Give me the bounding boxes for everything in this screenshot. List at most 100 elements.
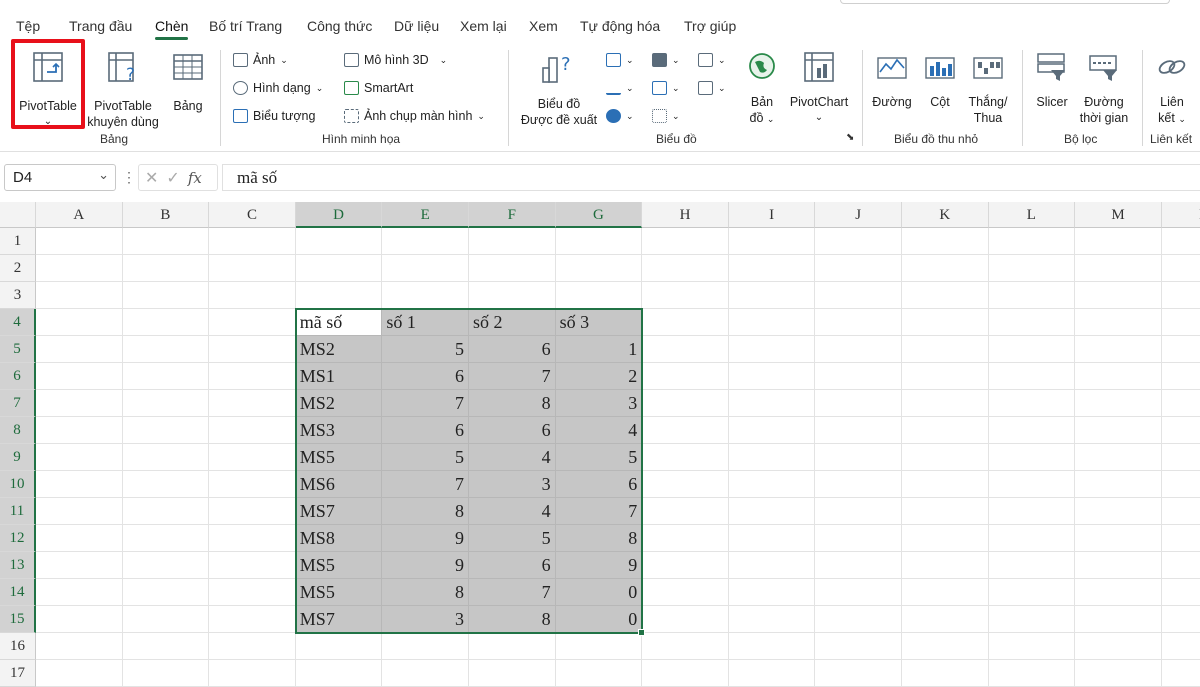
- hierarchy-chart-button[interactable]: ⌄: [652, 53, 680, 67]
- cell-h13[interactable]: [642, 552, 729, 579]
- column-header-j[interactable]: J: [815, 202, 902, 228]
- cell-j9[interactable]: [815, 444, 902, 471]
- cell-m16[interactable]: [1075, 633, 1162, 660]
- cell-h1[interactable]: [642, 228, 729, 255]
- cell-k17[interactable]: [902, 660, 989, 687]
- icons-button[interactable]: Biểu tượng: [233, 109, 315, 123]
- cell-h2[interactable]: [642, 255, 729, 282]
- row-header-1[interactable]: 1: [0, 228, 36, 255]
- cell-m7[interactable]: [1075, 390, 1162, 417]
- cell-d16[interactable]: [295, 633, 383, 660]
- cell-c16[interactable]: [209, 633, 296, 660]
- row-header-6[interactable]: 6: [0, 363, 36, 390]
- cell-a12[interactable]: [36, 525, 123, 552]
- cell-n17[interactable]: [1161, 660, 1200, 687]
- cell-a2[interactable]: [36, 255, 123, 282]
- cell-b9[interactable]: [122, 444, 210, 471]
- row-header-3[interactable]: 3: [0, 282, 36, 309]
- cell-g5[interactable]: 1: [555, 336, 643, 363]
- cell-c10[interactable]: [209, 471, 296, 498]
- sparkline-column-button[interactable]: Cột: [920, 50, 960, 110]
- cell-j4[interactable]: [815, 309, 902, 336]
- cell-m2[interactable]: [1075, 255, 1162, 282]
- cell-i11[interactable]: [728, 498, 816, 525]
- cell-l5[interactable]: [988, 336, 1076, 363]
- cell-m6[interactable]: [1075, 363, 1162, 390]
- cell-n5[interactable]: [1161, 336, 1200, 363]
- cell-g9[interactable]: 5: [555, 444, 643, 471]
- cell-n7[interactable]: [1161, 390, 1200, 417]
- column-header-a[interactable]: A: [36, 202, 123, 228]
- cell-i3[interactable]: [728, 282, 816, 309]
- cell-f17[interactable]: [469, 660, 556, 687]
- tab-home[interactable]: Trang đầu: [69, 18, 132, 34]
- cell-e16[interactable]: [382, 633, 469, 660]
- column-header-k[interactable]: K: [902, 202, 989, 228]
- cell-b10[interactable]: [122, 471, 210, 498]
- cell-j17[interactable]: [815, 660, 902, 687]
- cell-d4[interactable]: mã số: [295, 309, 383, 336]
- cell-n6[interactable]: [1161, 363, 1200, 390]
- cell-c12[interactable]: [209, 525, 296, 552]
- cell-g17[interactable]: [555, 660, 643, 687]
- smartart-button[interactable]: SmartArt: [344, 81, 413, 95]
- cell-d12[interactable]: MS8: [295, 525, 383, 552]
- column-header-b[interactable]: B: [122, 202, 210, 228]
- cell-i17[interactable]: [728, 660, 816, 687]
- cell-i1[interactable]: [728, 228, 816, 255]
- column-header-l[interactable]: L: [988, 202, 1076, 228]
- cell-k12[interactable]: [902, 525, 989, 552]
- slicer-button[interactable]: Slicer: [1030, 50, 1074, 110]
- cell-c8[interactable]: [209, 417, 296, 444]
- cell-h12[interactable]: [642, 525, 729, 552]
- cell-a13[interactable]: [36, 552, 123, 579]
- row-header-12[interactable]: 12: [0, 525, 36, 552]
- cell-j14[interactable]: [815, 579, 902, 606]
- cell-n16[interactable]: [1161, 633, 1200, 660]
- pictures-button[interactable]: Ảnh ⌄: [233, 53, 288, 67]
- row-header-15[interactable]: 15: [0, 606, 36, 633]
- cell-h8[interactable]: [642, 417, 729, 444]
- cell-f16[interactable]: [469, 633, 556, 660]
- cell-a11[interactable]: [36, 498, 123, 525]
- cell-a8[interactable]: [36, 417, 123, 444]
- fill-handle[interactable]: [638, 629, 646, 636]
- tab-file[interactable]: Tệp: [16, 18, 40, 34]
- cell-h14[interactable]: [642, 579, 729, 606]
- cell-g6[interactable]: 2: [555, 363, 643, 390]
- column-header-f[interactable]: F: [469, 202, 556, 228]
- cell-i7[interactable]: [728, 390, 816, 417]
- cell-g4[interactable]: số 3: [555, 309, 643, 336]
- pie-chart-button[interactable]: ⌄: [606, 109, 634, 123]
- chevron-down-icon[interactable]: ⌄: [98, 167, 109, 183]
- cell-e5[interactable]: 5: [382, 336, 469, 363]
- screenshot-button[interactable]: Ảnh chụp màn hình ⌄: [344, 109, 485, 123]
- cell-l6[interactable]: [988, 363, 1076, 390]
- cell-l8[interactable]: [988, 417, 1076, 444]
- cell-g8[interactable]: 4: [555, 417, 643, 444]
- cell-i15[interactable]: [728, 606, 816, 633]
- cell-l15[interactable]: [988, 606, 1076, 633]
- cell-l13[interactable]: [988, 552, 1076, 579]
- cell-d2[interactable]: [295, 255, 383, 282]
- cell-n4[interactable]: [1161, 309, 1200, 336]
- cell-j5[interactable]: [815, 336, 902, 363]
- tab-data[interactable]: Dữ liệu: [394, 18, 439, 34]
- recommended-charts-button[interactable]: ? Biểu đồ Được đề xuất: [518, 50, 600, 128]
- cell-d1[interactable]: [295, 228, 383, 255]
- cell-d17[interactable]: [295, 660, 383, 687]
- cell-k14[interactable]: [902, 579, 989, 606]
- row-header-10[interactable]: 10: [0, 471, 36, 498]
- cell-c9[interactable]: [209, 444, 296, 471]
- cell-n14[interactable]: [1161, 579, 1200, 606]
- cell-l12[interactable]: [988, 525, 1076, 552]
- cell-g13[interactable]: 9: [555, 552, 643, 579]
- table-button[interactable]: Bảng: [166, 50, 210, 114]
- cell-e11[interactable]: 8: [382, 498, 469, 525]
- column-header-m[interactable]: M: [1075, 202, 1162, 228]
- cell-e4[interactable]: số 1: [382, 309, 469, 336]
- row-header-5[interactable]: 5: [0, 336, 36, 363]
- cell-g10[interactable]: 6: [555, 471, 643, 498]
- row-header-8[interactable]: 8: [0, 417, 36, 444]
- cell-a6[interactable]: [36, 363, 123, 390]
